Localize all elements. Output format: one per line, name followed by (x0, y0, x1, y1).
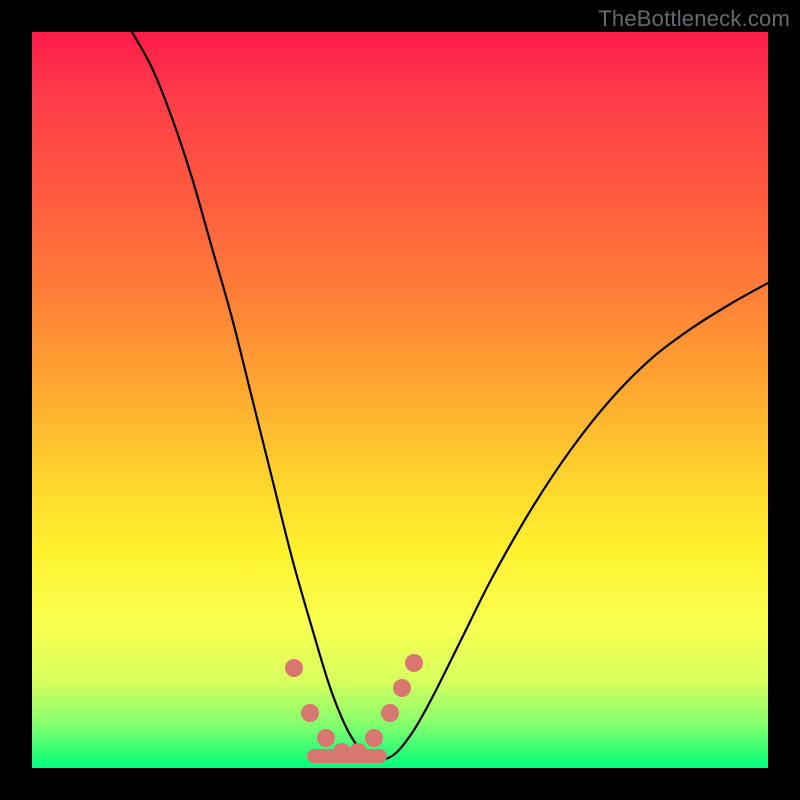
watermark-text: TheBottleneck.com (598, 6, 790, 32)
marker-dot (317, 729, 335, 747)
chart-frame: TheBottleneck.com (0, 0, 800, 800)
bottleneck-curve (132, 32, 768, 760)
chart-plot-area (32, 32, 768, 768)
bottleneck-curve-svg (32, 32, 768, 768)
marker-group (285, 654, 423, 761)
marker-dot (333, 743, 351, 761)
marker-dot (349, 743, 367, 761)
marker-dot (301, 704, 319, 722)
marker-dot (365, 729, 383, 747)
marker-dot (393, 679, 411, 697)
marker-dot (381, 704, 399, 722)
marker-dot (285, 659, 303, 677)
marker-dot (405, 654, 423, 672)
